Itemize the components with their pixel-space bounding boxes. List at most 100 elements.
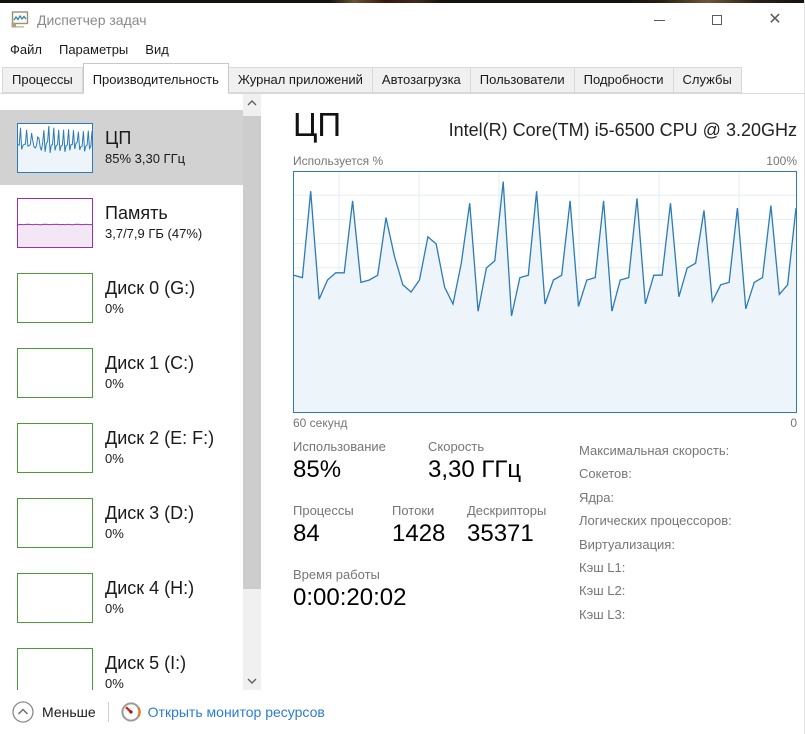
close-button[interactable]: ✕ bbox=[746, 3, 804, 37]
spec-line-0: Максимальная скорость: bbox=[579, 443, 730, 458]
scrollbar-thumb[interactable] bbox=[243, 116, 261, 589]
tab-процессы[interactable]: Процессы bbox=[2, 67, 83, 93]
memory-labels: Память 3,7/7,9 ГБ (47%) bbox=[105, 202, 202, 243]
disk-0-mini-chart bbox=[17, 272, 93, 323]
footer-divider bbox=[107, 702, 109, 722]
minimize-button[interactable] bbox=[630, 3, 688, 37]
spec-line-7: Кэш L3: bbox=[579, 606, 626, 622]
scroll-down-icon[interactable] bbox=[243, 672, 261, 690]
tab-strip: Процессы Производительность Журнал приложе… bbox=[0, 62, 804, 94]
disk-2-subtitle: 0% bbox=[105, 451, 124, 466]
cpu-subtitle: 85% 3,30 ГГц bbox=[105, 151, 186, 166]
uptime-stat: Время работы 0:00:20:02 bbox=[293, 566, 579, 613]
tab-производительность[interactable]: Производительность bbox=[82, 63, 229, 94]
uptime-value: 0:00:20:02 bbox=[293, 584, 407, 611]
memory-title: Память bbox=[105, 203, 168, 223]
menu-item-0[interactable]: Файл bbox=[10, 42, 42, 57]
sidebar-item-cpu[interactable]: ЦП 85% 3,30 ГГц bbox=[0, 110, 243, 185]
sidebar-scrollbar[interactable] bbox=[243, 94, 261, 690]
sidebar-item-disk-3[interactable]: Диск 3 (D:) 0% bbox=[0, 485, 243, 560]
maximize-icon bbox=[712, 15, 722, 25]
sidebar-item-disk-4[interactable]: Диск 4 (H:) 0% bbox=[0, 560, 243, 635]
disk-2-title: Диск 2 (E: F:) bbox=[105, 428, 215, 448]
cpu-title: ЦП bbox=[105, 128, 132, 148]
cpu-detail-panel: ЦП Intel(R) Core(TM) i5-6500 CPU @ 3.20G… bbox=[293, 94, 797, 690]
stat-secondary-0-label: Процессы bbox=[293, 503, 354, 518]
fewer-details-button[interactable]: Меньше bbox=[12, 701, 96, 723]
tab-подробности[interactable]: Подробности bbox=[574, 67, 674, 93]
cpu-model-name: Intel(R) Core(TM) i5-6500 CPU @ 3.20GHz bbox=[448, 120, 797, 140]
cpu-spec-list: Максимальная скорость: Сокетов: Ядра: Логич… bbox=[579, 438, 732, 626]
cpu-mini-chart bbox=[17, 122, 93, 173]
uptime-label: Время работы bbox=[293, 567, 380, 582]
disk-5-labels: Диск 5 (I:) 0% bbox=[105, 652, 186, 690]
disk-5-subtitle: 0% bbox=[105, 676, 124, 690]
open-resource-monitor-link[interactable]: Открыть монитор ресурсов bbox=[121, 702, 325, 722]
tab-журнал-приложений[interactable]: Журнал приложений bbox=[228, 67, 373, 93]
memory-mini-chart bbox=[17, 197, 93, 248]
disk-3-labels: Диск 3 (D:) 0% bbox=[105, 502, 194, 543]
cpu-stats: Использование 85% Скорость 3,30 ГГц Процесс… bbox=[293, 438, 579, 626]
chart-timespan-label: 60 секунд bbox=[293, 416, 348, 430]
disk-3-title: Диск 3 (D:) bbox=[105, 503, 195, 523]
disk-4-mini-chart bbox=[17, 572, 93, 623]
disk-3-mini-chart bbox=[17, 497, 93, 548]
stat-primary-1-value: 3,30 ГГц bbox=[428, 456, 522, 483]
close-icon: ✕ bbox=[768, 11, 782, 28]
title-bar: Диспетчер задач ✕ bbox=[0, 3, 804, 37]
menu-item-2[interactable]: Вид bbox=[145, 42, 169, 57]
stat-secondary-0-value: 84 bbox=[293, 520, 320, 547]
stat-primary-0-label: Использование bbox=[293, 439, 386, 454]
tab-службы[interactable]: Службы bbox=[673, 67, 742, 93]
disk-5-mini-chart bbox=[17, 647, 93, 690]
sidebar-item-disk-0[interactable]: Диск 0 (G:) 0% bbox=[0, 260, 243, 335]
task-manager-app-icon bbox=[11, 11, 29, 28]
stat-secondary-2-value: 35371 bbox=[467, 520, 534, 547]
task-manager-window: Диспетчер задач ✕ Файл Параметры Вид Проце… bbox=[0, 0, 805, 734]
stat-primary-1: Скорость 3,30 ГГц bbox=[428, 438, 521, 485]
resource-monitor-label: Открыть монитор ресурсов bbox=[147, 704, 325, 720]
maximize-button[interactable] bbox=[688, 3, 746, 37]
disk-4-labels: Диск 4 (H:) 0% bbox=[105, 577, 194, 618]
stat-secondary-2-label: Дескрипторы bbox=[467, 503, 547, 518]
disk-2-labels: Диск 2 (E: F:) 0% bbox=[105, 427, 214, 468]
menu-item-1[interactable]: Параметры bbox=[59, 42, 128, 57]
spec-line-1: Сокетов: bbox=[579, 466, 632, 482]
chart-max-percent-label: 100% bbox=[766, 154, 797, 168]
disk-4-title: Диск 4 (H:) bbox=[105, 578, 195, 598]
disk-0-subtitle: 0% bbox=[105, 301, 124, 316]
sidebar-item-disk-1[interactable]: Диск 1 (C:) 0% bbox=[0, 335, 243, 410]
sidebar-item-disk-5[interactable]: Диск 5 (I:) 0% bbox=[0, 635, 243, 690]
spec-line-6: Кэш L2: bbox=[579, 583, 626, 599]
stat-primary-1-label: Скорость bbox=[428, 439, 485, 454]
spec-line-3: Логических процессоров: bbox=[579, 513, 732, 529]
chart-usage-label: Используется % bbox=[293, 154, 384, 168]
scroll-up-icon[interactable] bbox=[243, 94, 261, 112]
stat-secondary-2: Дескрипторы 35371 bbox=[467, 502, 546, 549]
fewer-details-label: Меньше bbox=[42, 704, 96, 720]
sidebar-item-memory[interactable]: Память 3,7/7,9 ГБ (47%) bbox=[0, 185, 243, 260]
tab-пользователи[interactable]: Пользователи bbox=[470, 67, 575, 93]
tab-автозагрузка[interactable]: Автозагрузка bbox=[372, 67, 471, 93]
cpu-usage-chart bbox=[293, 171, 797, 413]
disk-1-labels: Диск 1 (C:) 0% bbox=[105, 352, 194, 393]
disk-4-subtitle: 0% bbox=[105, 601, 124, 616]
resource-monitor-icon bbox=[121, 702, 141, 722]
stat-secondary-1: Потоки 1428 bbox=[392, 502, 467, 549]
cpu-labels: ЦП 85% 3,30 ГГц bbox=[105, 127, 185, 168]
disk-0-labels: Диск 0 (G:) 0% bbox=[105, 277, 195, 318]
sidebar-item-disk-2[interactable]: Диск 2 (E: F:) 0% bbox=[0, 410, 243, 485]
minimize-icon bbox=[653, 19, 665, 21]
disk-2-mini-chart bbox=[17, 422, 93, 473]
disk-1-subtitle: 0% bbox=[105, 376, 124, 391]
disk-1-mini-chart bbox=[17, 347, 93, 398]
disk-1-title: Диск 1 (C:) bbox=[105, 353, 195, 373]
stat-secondary-1-label: Потоки bbox=[392, 503, 435, 518]
stat-primary-0-value: 85% bbox=[293, 456, 342, 483]
stat-primary-0: Использование 85% bbox=[293, 438, 428, 485]
disk-0-title: Диск 0 (G:) bbox=[105, 278, 196, 298]
menu-bar: Файл Параметры Вид bbox=[0, 37, 804, 62]
cpu-panel-title: ЦП bbox=[293, 106, 342, 143]
footer-bar: Меньше Открыть монитор ресурсов bbox=[0, 690, 804, 734]
disk-3-subtitle: 0% bbox=[105, 526, 124, 541]
